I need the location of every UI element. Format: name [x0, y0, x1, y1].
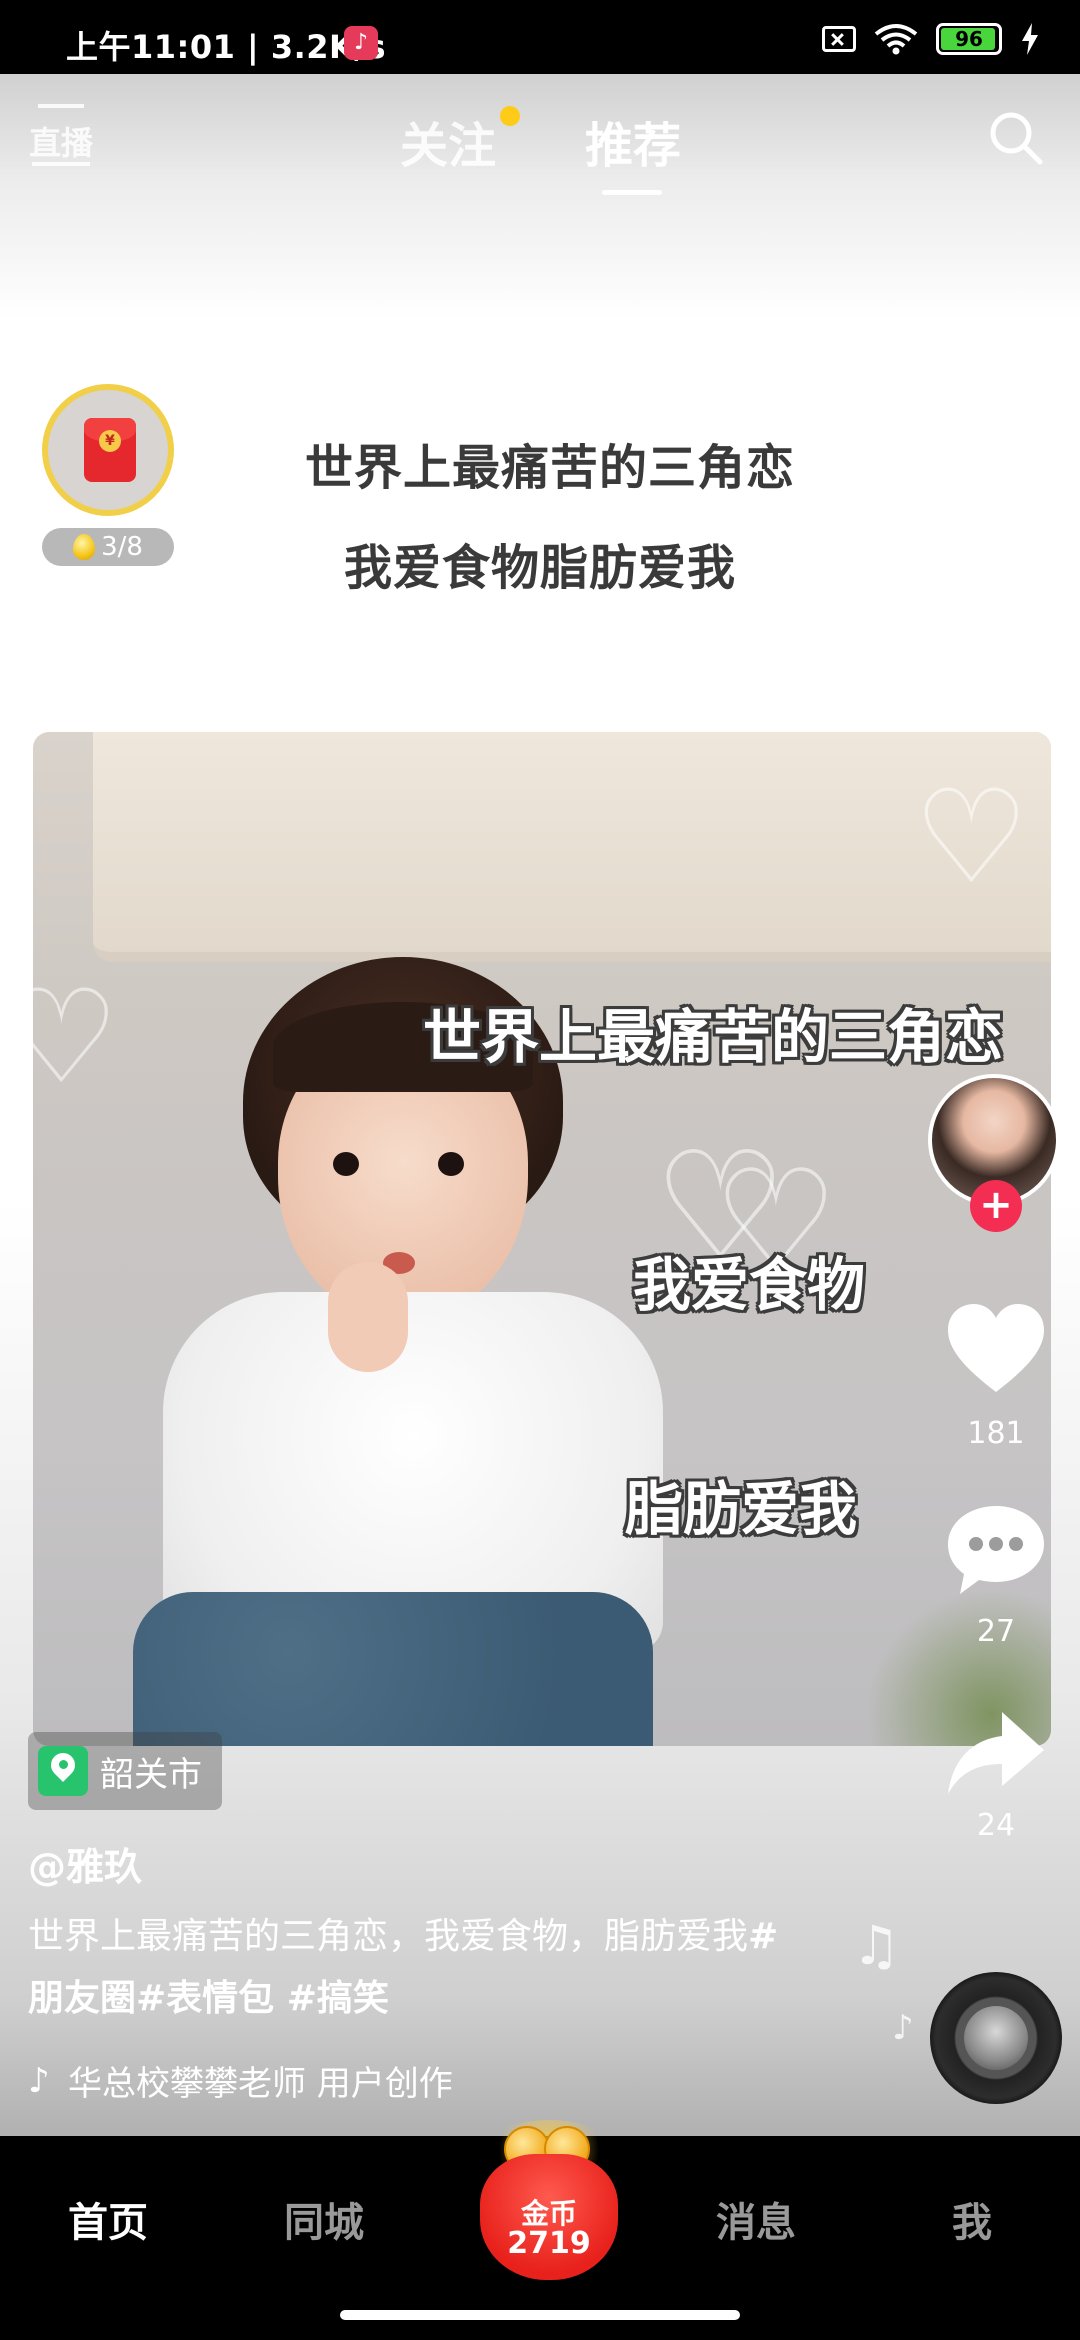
following-new-dot: [500, 106, 520, 126]
heart-decoration-icon: ♡: [913, 761, 1030, 913]
nav-profile[interactable]: 我: [952, 2190, 992, 2248]
battery-percent: 96: [955, 27, 983, 51]
status-bar: 上午11:01 | 3.2K/s ♪ 96: [0, 0, 1080, 74]
status-icons: 96: [822, 22, 1040, 56]
heart-decoration-icon: ♡: [33, 961, 120, 1113]
live-button[interactable]: 直播: [28, 100, 94, 172]
status-time: 上午11:01 | 3.2K/s: [66, 28, 387, 66]
share-icon[interactable]: [944, 1706, 1048, 1806]
live-antenna-icon: [38, 104, 84, 118]
coin-bag-button[interactable]: 金币 2719: [476, 2120, 622, 2280]
tab-following[interactable]: 关注: [400, 106, 496, 176]
nav-messages[interactable]: 消息: [716, 2190, 796, 2248]
nav-nearby[interactable]: 同城: [284, 2190, 364, 2248]
coin-count: 2719: [507, 2226, 591, 2261]
share-count: 24: [976, 1808, 1016, 1843]
floating-note-icon: ♫: [852, 1914, 901, 1977]
overlay-text-3: 脂肪爱我: [625, 1475, 858, 1543]
author-name[interactable]: @雅玖: [28, 1836, 142, 1891]
tab-recommended[interactable]: 推荐: [585, 106, 681, 176]
location-tag[interactable]: 韶关市: [28, 1732, 222, 1810]
battery-icon: 96: [936, 23, 1002, 55]
caption-line-2: 我爱食物脂肪爱我: [343, 540, 736, 596]
music-title: 华总校攀攀老师 用户创作: [68, 2064, 453, 2104]
music-marquee[interactable]: ♪ 华总校攀攀老师 用户创作: [28, 2056, 453, 2105]
wifi-icon: [874, 24, 918, 55]
video-description[interactable]: 世界上最痛苦的三角恋，我爱食物，脂肪爱我#朋友圈#表情包 #搞笑: [28, 1906, 808, 2030]
location-pin-icon: [38, 1746, 88, 1796]
comment-count: 27: [976, 1614, 1016, 1649]
live-underline: [32, 162, 90, 166]
nav-home[interactable]: 首页: [68, 2190, 148, 2248]
no-sim-icon: [822, 26, 856, 52]
home-indicator[interactable]: [340, 2310, 740, 2320]
live-label: 直播: [28, 124, 93, 162]
overlay-text-1: 世界上最痛苦的三角恋: [423, 1003, 1004, 1071]
follow-plus-button[interactable]: +: [970, 1180, 1022, 1232]
charging-icon: [1022, 23, 1038, 55]
heart-icon[interactable]: [944, 1300, 1048, 1400]
tiktok-notification-icon: ♪: [344, 26, 378, 60]
like-count: 181: [967, 1416, 1025, 1451]
music-cover: [964, 2006, 1028, 2070]
overlay-text-2: 我爱食物: [633, 1251, 866, 1319]
active-tab-indicator: [602, 190, 662, 195]
video-content[interactable]: ♡ ♡ ♡ ♡ 世界上最痛苦的三角恋 我爱食物 脂肪爱我: [33, 732, 1051, 1746]
description-text: 世界上最痛苦的三角恋，我爱食物，脂肪爱我: [28, 1916, 749, 1957]
search-icon[interactable]: [986, 108, 1046, 168]
floating-note-icon: ♪: [892, 2008, 914, 2048]
tiktok-music-icon: ♪: [28, 2060, 50, 2101]
music-disc[interactable]: [930, 1972, 1062, 2104]
location-name: 韶关市: [100, 1754, 202, 1795]
comment-icon[interactable]: [944, 1500, 1048, 1600]
caption-line-1: 世界上最痛苦的三角恋: [304, 440, 795, 496]
